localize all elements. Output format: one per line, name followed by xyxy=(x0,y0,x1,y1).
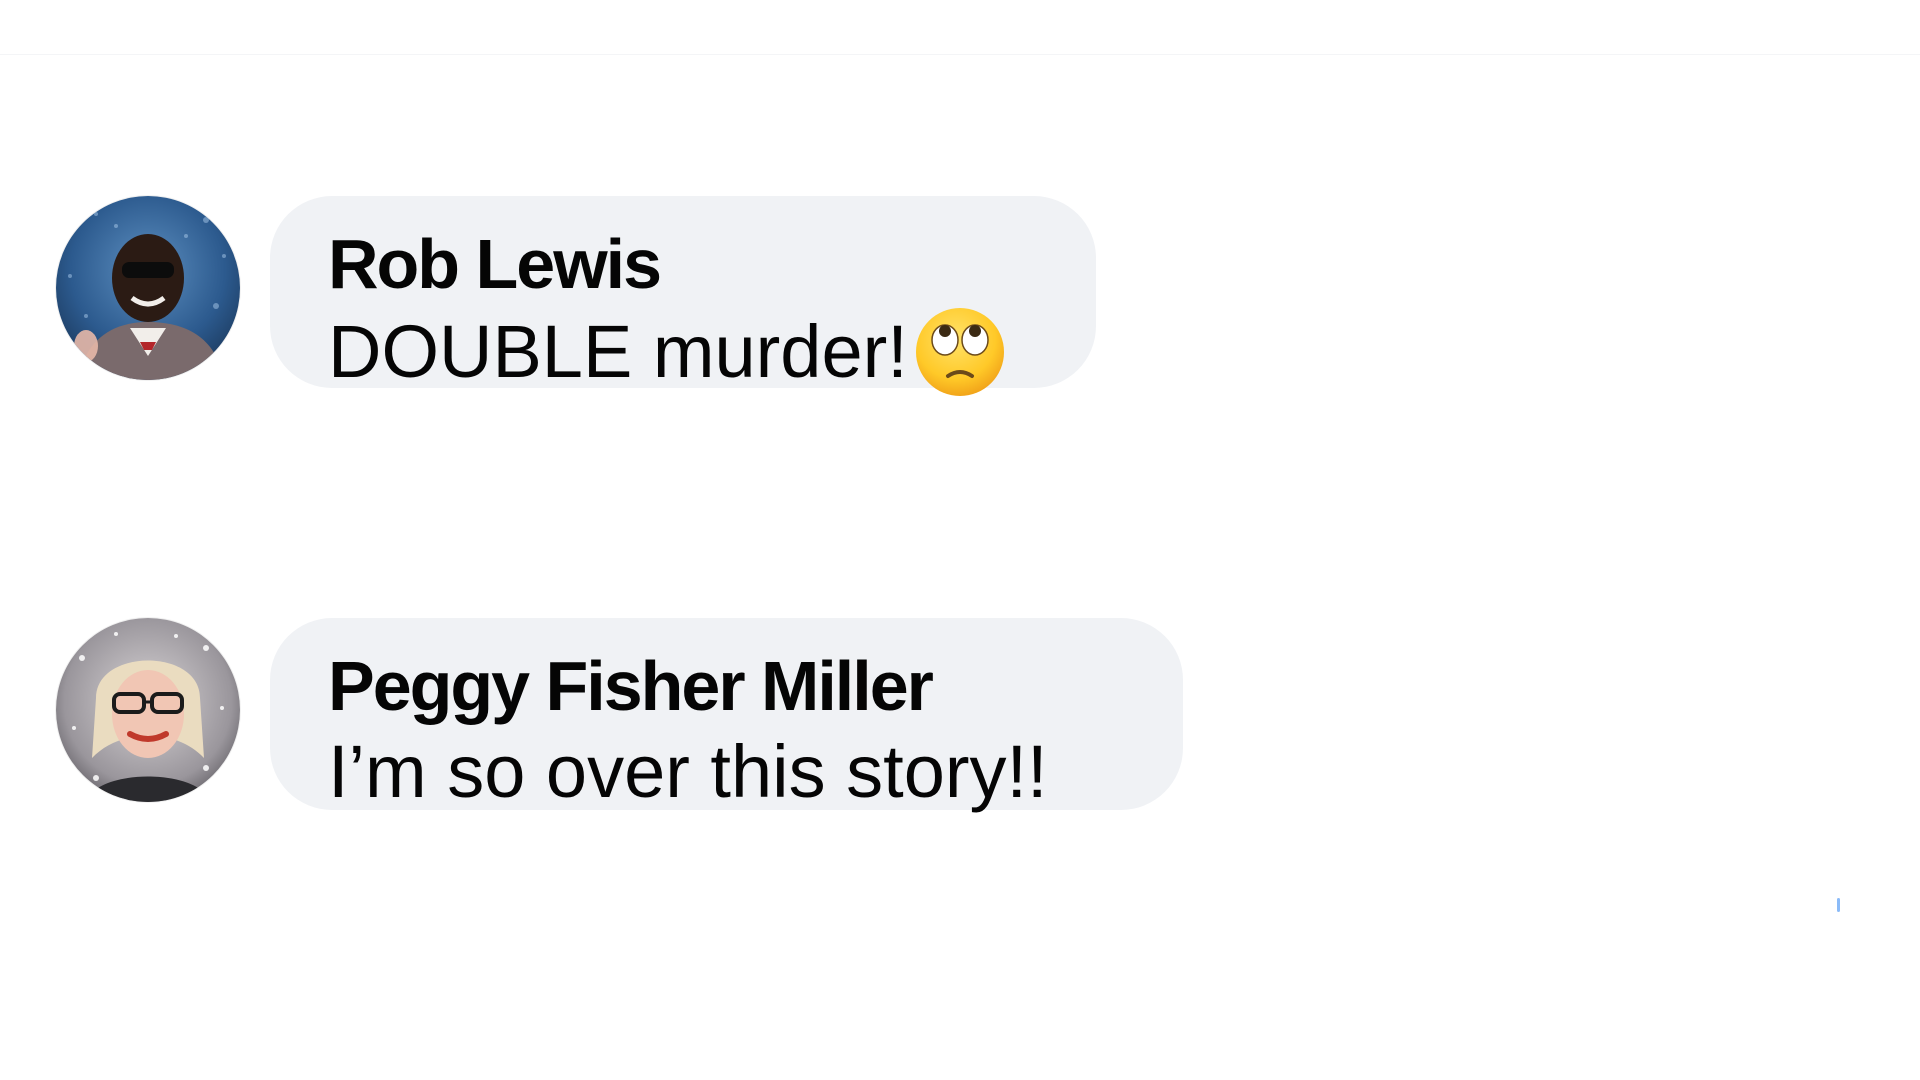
face-with-rolling-eyes-icon xyxy=(912,304,1008,400)
comment-bubble: Rob Lewis DOUBLE murder! xyxy=(270,196,1096,396)
comment-author[interactable]: Peggy Fisher Miller xyxy=(328,646,1127,726)
profile-photo-icon xyxy=(56,196,240,380)
comment-bubble: Peggy Fisher Miller I’m so over this sto… xyxy=(270,618,1183,813)
comment-text-row: DOUBLE murder! xyxy=(328,304,1040,400)
comment-author[interactable]: Rob Lewis xyxy=(328,224,1040,304)
comments-panel: Rob Lewis DOUBLE murder! Peggy Fisher Mi… xyxy=(0,0,1920,1080)
top-bar xyxy=(0,0,1920,55)
avatar[interactable] xyxy=(56,618,240,802)
avatar[interactable] xyxy=(56,196,240,380)
comment-text: I’m so over this story!! xyxy=(328,730,1048,813)
profile-photo-icon xyxy=(56,618,240,802)
comment-text-row: I’m so over this story!! xyxy=(328,726,1127,818)
comment-item: Peggy Fisher Miller I’m so over this sto… xyxy=(56,618,1183,813)
scroll-indicator xyxy=(1837,898,1840,912)
comment-item: Rob Lewis DOUBLE murder! xyxy=(56,196,1096,396)
comment-text: DOUBLE murder! xyxy=(328,310,908,393)
